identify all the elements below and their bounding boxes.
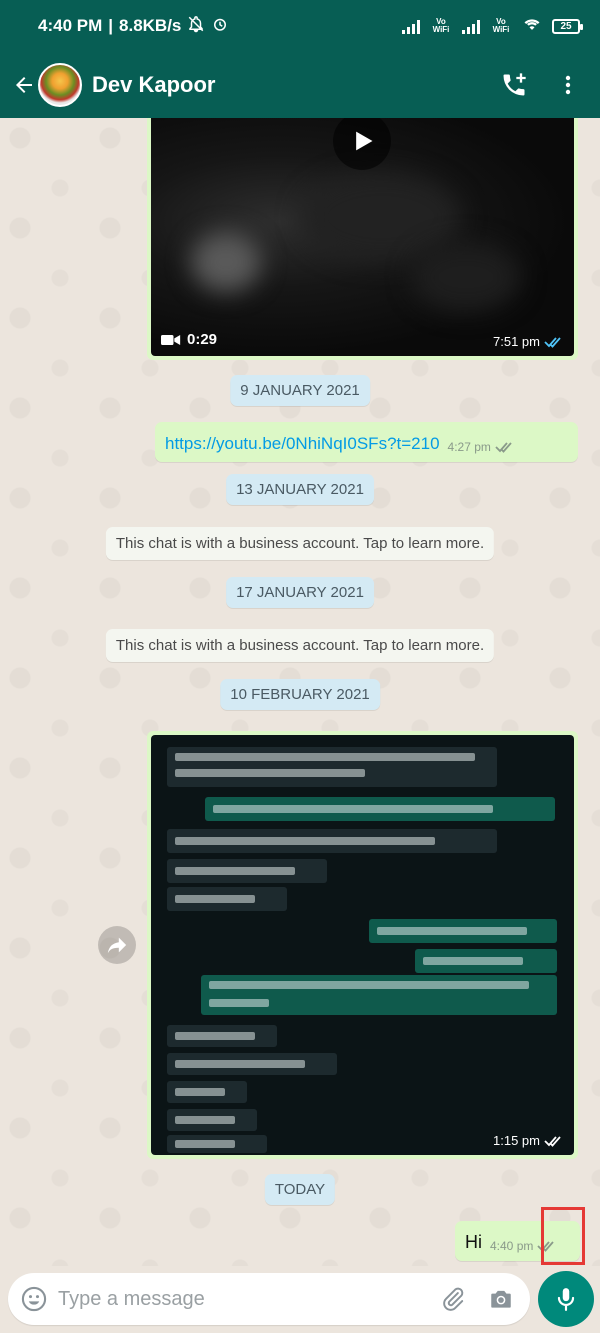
video-thumbnail[interactable]: 0:29 7:51 pm bbox=[151, 118, 574, 356]
link-message[interactable]: https://youtu.be/0NhiNqI0SFs?t=210 4:27 … bbox=[155, 422, 578, 462]
back-button[interactable] bbox=[6, 67, 42, 103]
battery-level: 25 bbox=[560, 20, 572, 32]
double-tick-icon bbox=[544, 1135, 561, 1147]
emoji-button[interactable] bbox=[20, 1285, 48, 1313]
alarm-icon bbox=[211, 15, 229, 38]
date-divider: 17 JANUARY 2021 bbox=[226, 577, 374, 608]
business-account-notice[interactable]: This chat is with a business account. Ta… bbox=[105, 629, 495, 662]
attach-button[interactable] bbox=[440, 1286, 466, 1312]
message-input-bar bbox=[8, 1273, 530, 1325]
contact-name[interactable]: Dev Kapoor bbox=[92, 72, 215, 98]
status-bar: 4:40 PM | 8.8KB/s Vo WiFi Vo WiFi 25 bbox=[0, 0, 600, 52]
video-duration: 0:29 bbox=[187, 331, 218, 348]
more-vertical-icon bbox=[565, 75, 571, 95]
emoji-icon bbox=[21, 1286, 47, 1312]
tick-highlight-box bbox=[541, 1207, 585, 1265]
message-time: 4:27 pm bbox=[447, 440, 491, 454]
double-tick-icon bbox=[544, 336, 561, 348]
date-divider: 10 FEBRUARY 2021 bbox=[220, 679, 380, 710]
business-account-notice[interactable]: This chat is with a business account. Ta… bbox=[105, 527, 495, 560]
add-call-icon bbox=[503, 73, 526, 96]
chat-header: Dev Kapoor bbox=[0, 52, 600, 118]
attach-icon bbox=[443, 1287, 464, 1311]
signal-icon-2 bbox=[462, 18, 480, 34]
camera-button[interactable] bbox=[488, 1286, 514, 1312]
volte-wifi-label-2: Vo WiFi bbox=[492, 17, 510, 34]
date-divider: 13 JANUARY 2021 bbox=[226, 474, 374, 505]
mic-icon bbox=[557, 1288, 575, 1311]
video-message[interactable]: 0:29 7:51 pm bbox=[147, 118, 578, 360]
play-button[interactable] bbox=[333, 118, 391, 170]
image-thumbnail[interactable]: 1:15 pm bbox=[151, 735, 574, 1155]
wifi-icon bbox=[522, 16, 542, 37]
mic-button[interactable] bbox=[538, 1271, 594, 1327]
avatar[interactable] bbox=[38, 63, 82, 107]
more-options-button[interactable] bbox=[552, 69, 584, 101]
image-time: 1:15 pm bbox=[493, 1133, 540, 1148]
play-icon bbox=[356, 131, 373, 151]
message-text: Hi bbox=[465, 1232, 482, 1252]
separator: | bbox=[108, 16, 114, 35]
mute-icon bbox=[187, 15, 205, 38]
add-call-button[interactable] bbox=[498, 69, 530, 101]
video-camera-icon bbox=[161, 334, 181, 345]
image-message[interactable]: 1:15 pm bbox=[147, 731, 578, 1159]
signal-icon bbox=[402, 18, 420, 34]
volte-wifi-label: Vo WiFi bbox=[432, 17, 450, 34]
forward-icon bbox=[107, 937, 127, 954]
date-divider: TODAY bbox=[264, 1174, 336, 1205]
message-link[interactable]: https://youtu.be/0NhiNqI0SFs?t=210 bbox=[165, 434, 440, 454]
forward-button[interactable] bbox=[98, 926, 136, 964]
back-arrow-icon bbox=[16, 77, 32, 93]
status-time: 4:40 PM bbox=[38, 16, 103, 35]
battery-icon: 25 bbox=[552, 18, 583, 34]
date-divider: 9 JANUARY 2021 bbox=[230, 375, 370, 406]
message-time: 4:40 pm bbox=[490, 1239, 534, 1253]
network-speed: 8.8KB/s bbox=[119, 16, 182, 35]
video-time: 7:51 pm bbox=[493, 334, 540, 349]
message-input[interactable] bbox=[58, 1287, 440, 1311]
camera-icon bbox=[491, 1290, 511, 1308]
chat-area[interactable]: 0:29 7:51 pm 9 JANUARY 2021 https://yout… bbox=[0, 118, 600, 1266]
double-tick-icon bbox=[495, 442, 512, 453]
